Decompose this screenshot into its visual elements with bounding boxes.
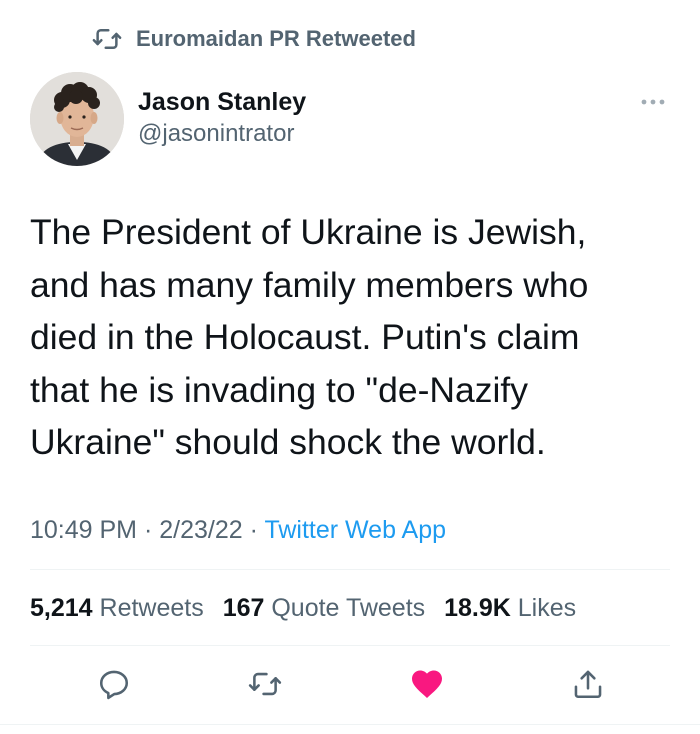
retweet-button[interactable] [243, 664, 287, 708]
author-name[interactable]: Jason Stanley [138, 86, 306, 118]
tweet-meta: 10:49 PM · 2/23/22 · Twitter Web App [30, 512, 446, 548]
likes-count: 18.9K [444, 594, 511, 622]
more-dots-icon[interactable] [638, 92, 668, 112]
divider [30, 569, 670, 570]
retweet-icon [92, 24, 122, 54]
likes-stat[interactable]: 18.9K Likes [444, 594, 576, 622]
share-icon [571, 667, 605, 706]
quote-tweets-label: Quote Tweets [271, 594, 426, 622]
quote-tweets-count: 167 [222, 594, 265, 622]
bottom-divider [0, 724, 700, 725]
retweets-stat[interactable]: 5,214 Retweets [30, 594, 204, 622]
quote-tweets-stat[interactable]: 167 Quote Tweets [223, 594, 425, 622]
retweets-label: Retweets [99, 594, 204, 622]
share-button[interactable] [566, 664, 610, 708]
retweet-context-label: Euromaidan PR Retweeted [136, 26, 416, 51]
retweet-context[interactable]: Euromaidan PR Retweeted [92, 24, 416, 54]
reply-icon [97, 667, 131, 706]
retweets-count: 5,214 [30, 594, 93, 622]
likes-label: Likes [517, 594, 577, 622]
tweet-text: The President of Ukraine is Jewish, and … [30, 212, 589, 462]
retweet-icon [248, 667, 282, 706]
meta-separator: · [249, 516, 258, 544]
action-bar [0, 664, 700, 708]
reply-button[interactable] [92, 664, 136, 708]
tweet-stats: 5,214 Retweets 167 Quote Tweets 18.9K Li… [30, 590, 576, 626]
author-handle[interactable]: @jasonintrator [138, 118, 306, 150]
divider [30, 645, 670, 646]
avatar[interactable] [30, 72, 124, 166]
tweet-time[interactable]: 10:49 PM [30, 516, 137, 544]
author-block[interactable]: Jason Stanley @jasonintrator [138, 86, 306, 150]
like-button[interactable] [405, 664, 449, 708]
meta-separator: · [143, 516, 153, 544]
tweet-source[interactable]: Twitter Web App [264, 516, 446, 544]
heart-icon [409, 666, 445, 707]
tweet-date[interactable]: 2/23/22 [159, 516, 242, 544]
